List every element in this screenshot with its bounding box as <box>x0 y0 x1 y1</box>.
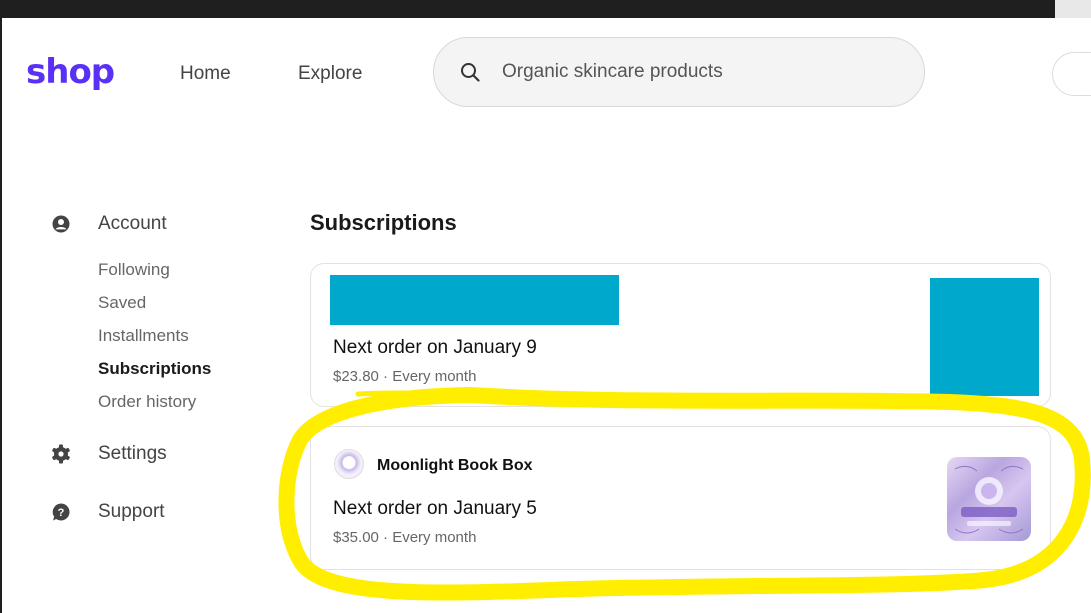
sidebar-item-installments[interactable]: Installments <box>98 325 189 347</box>
search-icon <box>461 63 480 82</box>
sidebar-item-settings[interactable]: Settings <box>50 442 167 466</box>
shop-banner-placeholder <box>330 275 619 325</box>
sidebar-item-following[interactable]: Following <box>98 259 170 281</box>
shop-logo[interactable]: shop <box>26 48 115 96</box>
sidebar-account-label: Account <box>98 213 167 234</box>
gear-icon <box>50 443 72 465</box>
sidebar-item-subscriptions[interactable]: Subscriptions <box>98 358 211 380</box>
shop-name: Moonlight Book Box <box>377 457 533 474</box>
sidebar-item-order-history[interactable]: Order history <box>98 391 196 413</box>
product-image-placeholder <box>930 278 1039 396</box>
sidebar-settings-label: Settings <box>98 443 167 464</box>
nav-home-link[interactable]: Home <box>180 62 231 86</box>
user-circle-icon <box>50 213 72 235</box>
profile-button[interactable] <box>1052 52 1091 96</box>
subscription-card[interactable]: Next order on January 9 $23.80 · Every m… <box>310 263 1051 407</box>
nav-explore-link[interactable]: Explore <box>298 62 362 86</box>
next-order-date: Next order on January 5 <box>333 498 537 519</box>
window-left-border <box>0 18 2 613</box>
page-title: Subscriptions <box>310 210 457 235</box>
subscription-card-moonlight[interactable]: Moonlight Book Box Next order on January… <box>310 426 1051 570</box>
sidebar-item-support[interactable]: ? Support <box>50 500 165 524</box>
svg-text:?: ? <box>58 507 65 519</box>
window-top-bar-edge <box>1055 0 1091 18</box>
product-thumbnail <box>947 457 1031 541</box>
search-bar[interactable] <box>433 37 925 107</box>
sidebar-item-saved[interactable]: Saved <box>98 292 146 314</box>
subscription-price: $23.80 · Every month <box>333 368 477 385</box>
sidebar-item-account[interactable]: Account <box>50 212 167 236</box>
sidebar-support-label: Support <box>98 501 165 522</box>
help-bubble-icon: ? <box>50 501 72 523</box>
shop-avatar <box>334 449 364 479</box>
window-top-bar <box>0 0 1055 18</box>
next-order-date: Next order on January 9 <box>333 337 537 358</box>
search-input[interactable] <box>502 59 902 85</box>
subscription-price: $35.00 · Every month <box>333 529 477 546</box>
